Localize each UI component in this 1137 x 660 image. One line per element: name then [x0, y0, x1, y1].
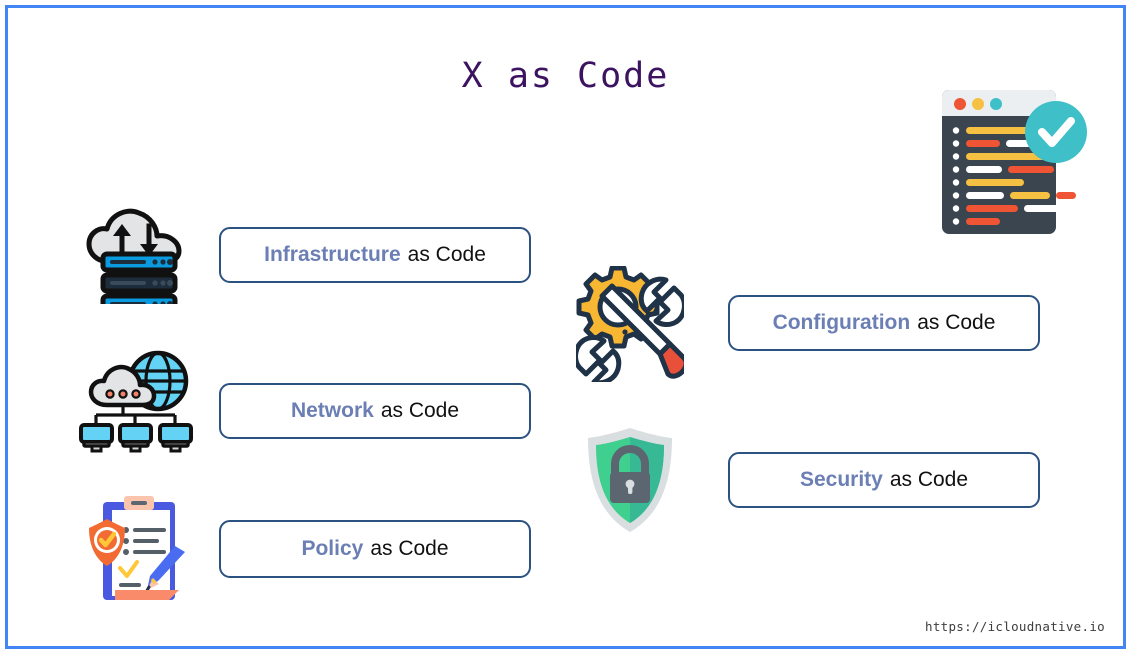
pill-keyword: Security [799, 468, 883, 491]
pill-suffix: as Code [407, 243, 486, 266]
cloud-server-icon [81, 204, 193, 315]
pill-keyword: Network [290, 399, 374, 422]
pill-suffix: as Code [917, 311, 996, 334]
cloud-globe-network-icon [79, 349, 195, 453]
gear-wrench-screwdriver-icon [573, 265, 689, 386]
pill-keyword: Configuration [772, 311, 911, 334]
source-url: https://icloudnative.io [925, 619, 1105, 634]
pill-keyword: Infrastructure [264, 243, 401, 266]
pill-suffix: as Code [889, 468, 969, 491]
label-security-as-code[interactable]: Security as Code [728, 452, 1040, 508]
slide-canvas: X as Code Infrastructure as Code Network… [5, 5, 1126, 649]
clipboard-shield-pen-icon [83, 492, 195, 604]
code-window-check-icon [936, 82, 1088, 242]
label-policy-as-code[interactable]: Policy as Code [219, 520, 531, 578]
label-infrastructure-as-code[interactable]: Infrastructure as Code [219, 227, 531, 283]
pill-keyword: Policy [301, 537, 364, 560]
shield-lock-icon [584, 426, 676, 534]
pill-suffix: as Code [370, 537, 449, 560]
label-configuration-as-code[interactable]: Configuration as Code [728, 295, 1040, 351]
label-network-as-code[interactable]: Network as Code [219, 383, 531, 439]
pill-suffix: as Code [380, 399, 460, 422]
